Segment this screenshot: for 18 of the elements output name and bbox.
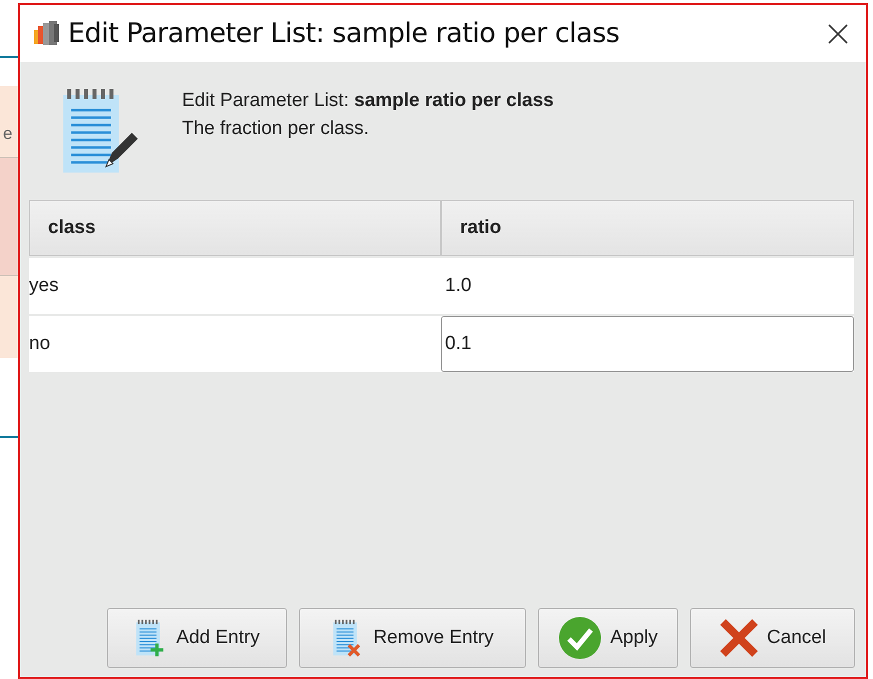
table-cell: yes (29, 275, 59, 297)
apply-button[interactable]: Apply (538, 608, 678, 668)
cross-icon (718, 618, 759, 658)
cell-editor-field[interactable]: 0.1 (441, 316, 854, 372)
add-button[interactable]: Add Entry (107, 608, 287, 668)
column-header-text: e (3, 124, 14, 144)
dialog-heading: Edit Parameter List: sample ratio per class (182, 90, 554, 112)
column-header[interactable]: ratio (441, 200, 854, 256)
table-cell: no (29, 333, 50, 355)
table-cell: 1.0 (445, 275, 472, 297)
checkmark-icon (558, 616, 602, 660)
cancel-button[interactable]: Cancel (690, 608, 855, 668)
app-logo-icon (32, 20, 62, 48)
window-title: Edit Parameter List: sample ratio per class (68, 18, 620, 49)
dialog-description: The fraction per class. (182, 118, 370, 140)
remove-button[interactable]: Remove Entry (299, 608, 526, 668)
close-icon (828, 24, 848, 44)
column-header[interactable]: class (29, 200, 441, 256)
